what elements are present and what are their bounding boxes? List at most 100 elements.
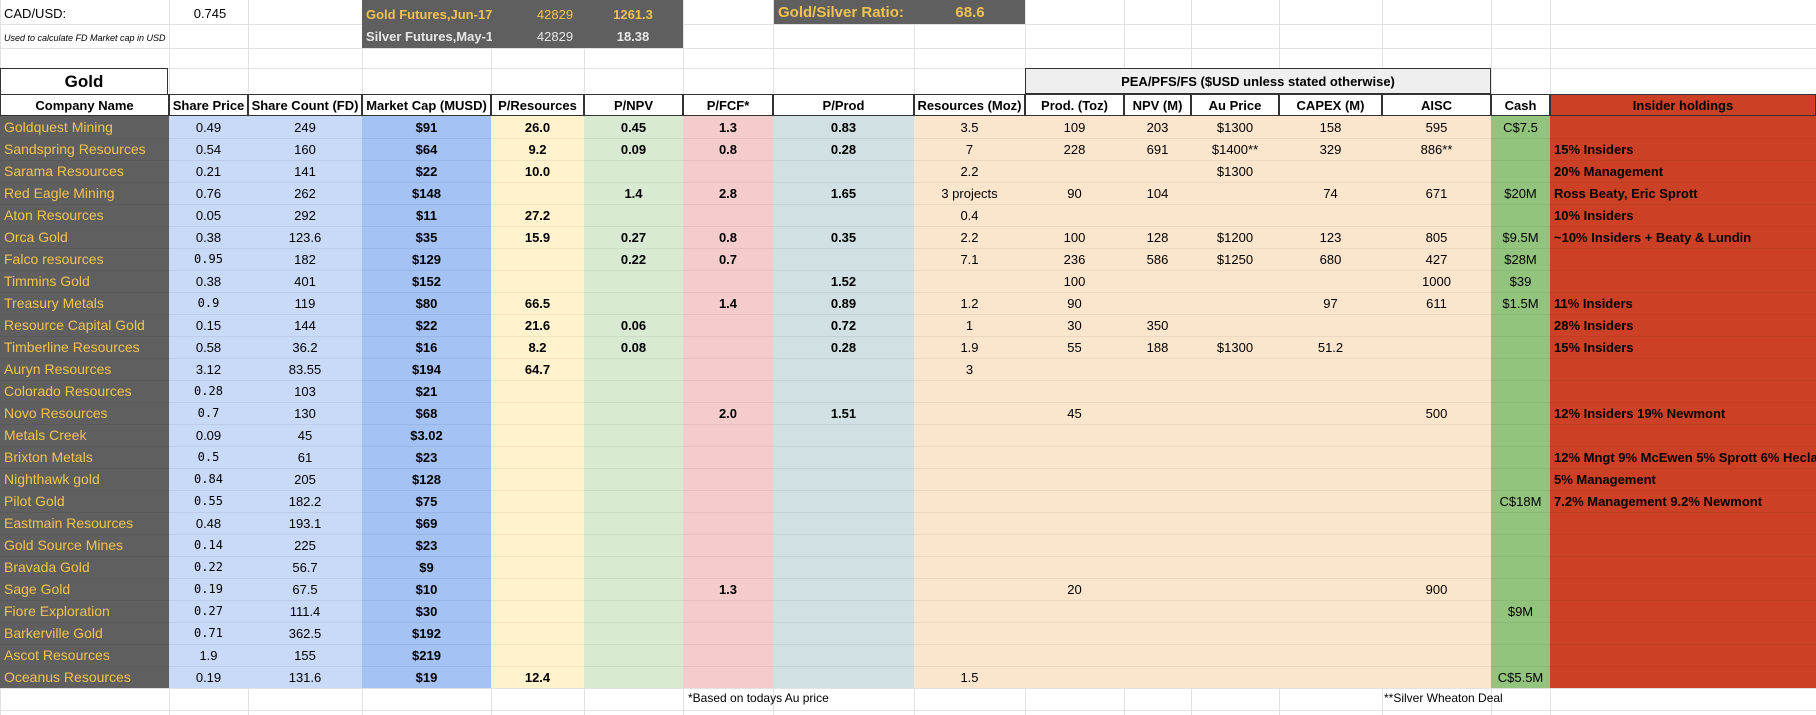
table-cell[interactable] [1191,182,1279,204]
table-cell[interactable]: 0.5 [169,446,248,468]
table-cell[interactable]: 97 [1279,292,1382,314]
table-cell[interactable] [1382,358,1491,380]
table-cell[interactable] [491,600,584,622]
table-cell[interactable] [1025,644,1124,666]
column-header[interactable]: AISC [1382,94,1491,116]
table-cell[interactable]: 160 [248,138,362,160]
table-cell[interactable]: 0.06 [584,314,683,336]
table-cell[interactable]: 0.28 [773,138,914,160]
table-cell[interactable] [1279,270,1382,292]
table-cell[interactable]: 12% Insiders 19% Newmont [1550,402,1816,424]
table-cell[interactable]: 0.35 [773,226,914,248]
table-cell[interactable] [683,556,773,578]
table-cell[interactable] [1279,314,1382,336]
table-cell[interactable] [1491,358,1550,380]
company-name[interactable]: Red Eagle Mining [0,182,169,204]
table-cell[interactable]: $80 [362,292,491,314]
table-cell[interactable]: 1.3 [683,578,773,600]
table-cell[interactable]: $9.5M [1491,226,1550,248]
company-name[interactable]: Timberline Resources [0,336,169,358]
table-cell[interactable] [1025,424,1124,446]
table-cell[interactable]: 128 [1124,226,1191,248]
table-cell[interactable] [1124,622,1191,644]
table-cell[interactable] [1382,622,1491,644]
company-name[interactable]: Sage Gold [0,578,169,600]
table-cell[interactable]: 0.8 [683,138,773,160]
table-cell[interactable] [584,402,683,424]
column-header[interactable]: NPV (M) [1124,94,1191,116]
table-cell[interactable] [1550,578,1816,600]
column-header[interactable]: Resources (Moz) [914,94,1025,116]
table-cell[interactable]: 350 [1124,314,1191,336]
company-name[interactable]: Metals Creek [0,424,169,446]
table-cell[interactable] [914,424,1025,446]
company-name[interactable]: Novo Resources [0,402,169,424]
table-cell[interactable]: $192 [362,622,491,644]
table-cell[interactable] [1491,556,1550,578]
company-name[interactable]: Oceanus Resources [0,666,169,688]
company-name[interactable]: Brixton Metals [0,446,169,468]
table-cell[interactable] [683,160,773,182]
table-cell[interactable] [1025,490,1124,512]
table-cell[interactable]: 0.28 [169,380,248,402]
table-cell[interactable]: 203 [1124,116,1191,138]
table-cell[interactable]: 0.27 [584,226,683,248]
table-cell[interactable] [584,666,683,688]
table-cell[interactable] [1550,358,1816,380]
table-cell[interactable] [1279,380,1382,402]
table-cell[interactable]: 225 [248,534,362,556]
table-cell[interactable] [1025,600,1124,622]
table-cell[interactable]: 109 [1025,116,1124,138]
table-cell[interactable]: 0.38 [169,270,248,292]
table-cell[interactable] [1124,424,1191,446]
table-cell[interactable] [914,446,1025,468]
table-cell[interactable] [1491,138,1550,160]
table-cell[interactable]: 20 [1025,578,1124,600]
table-cell[interactable] [1191,490,1279,512]
table-cell[interactable]: $1300 [1191,116,1279,138]
table-cell[interactable] [491,424,584,446]
table-cell[interactable]: 158 [1279,116,1382,138]
table-cell[interactable]: 7.1 [914,248,1025,270]
table-cell[interactable]: 0.08 [584,336,683,358]
table-cell[interactable]: 0.84 [169,468,248,490]
table-cell[interactable]: 805 [1382,226,1491,248]
table-cell[interactable] [1191,424,1279,446]
table-cell[interactable]: 15.9 [491,226,584,248]
table-cell[interactable]: $3.02 [362,424,491,446]
table-cell[interactable]: C$5.5M [1491,666,1550,688]
table-cell[interactable] [683,600,773,622]
table-cell[interactable]: 15% Insiders [1550,336,1816,358]
table-cell[interactable] [1124,160,1191,182]
table-cell[interactable]: 8.2 [491,336,584,358]
table-cell[interactable] [1124,402,1191,424]
table-cell[interactable] [1191,270,1279,292]
table-cell[interactable]: 74 [1279,182,1382,204]
table-cell[interactable] [1191,512,1279,534]
table-cell[interactable]: $219 [362,644,491,666]
table-cell[interactable]: 182.2 [248,490,362,512]
table-cell[interactable] [491,270,584,292]
table-cell[interactable]: 0.09 [584,138,683,160]
table-cell[interactable] [491,534,584,556]
table-cell[interactable]: 0.21 [169,160,248,182]
table-cell[interactable] [1382,446,1491,468]
table-cell[interactable] [1550,380,1816,402]
table-cell[interactable] [1279,358,1382,380]
company-name[interactable]: Auryn Resources [0,358,169,380]
table-cell[interactable]: 0.38 [169,226,248,248]
column-header[interactable]: Company Name [0,94,169,116]
table-cell[interactable]: 51.2 [1279,336,1382,358]
table-cell[interactable] [1550,600,1816,622]
table-cell[interactable] [1382,490,1491,512]
table-cell[interactable] [683,424,773,446]
table-cell[interactable]: 586 [1124,248,1191,270]
table-cell[interactable] [1382,314,1491,336]
table-cell[interactable]: 61 [248,446,362,468]
column-header[interactable]: Cash [1491,94,1550,116]
table-cell[interactable] [773,468,914,490]
table-cell[interactable] [773,622,914,644]
table-cell[interactable] [914,534,1025,556]
table-cell[interactable]: 3 [914,358,1025,380]
table-cell[interactable] [1279,204,1382,226]
